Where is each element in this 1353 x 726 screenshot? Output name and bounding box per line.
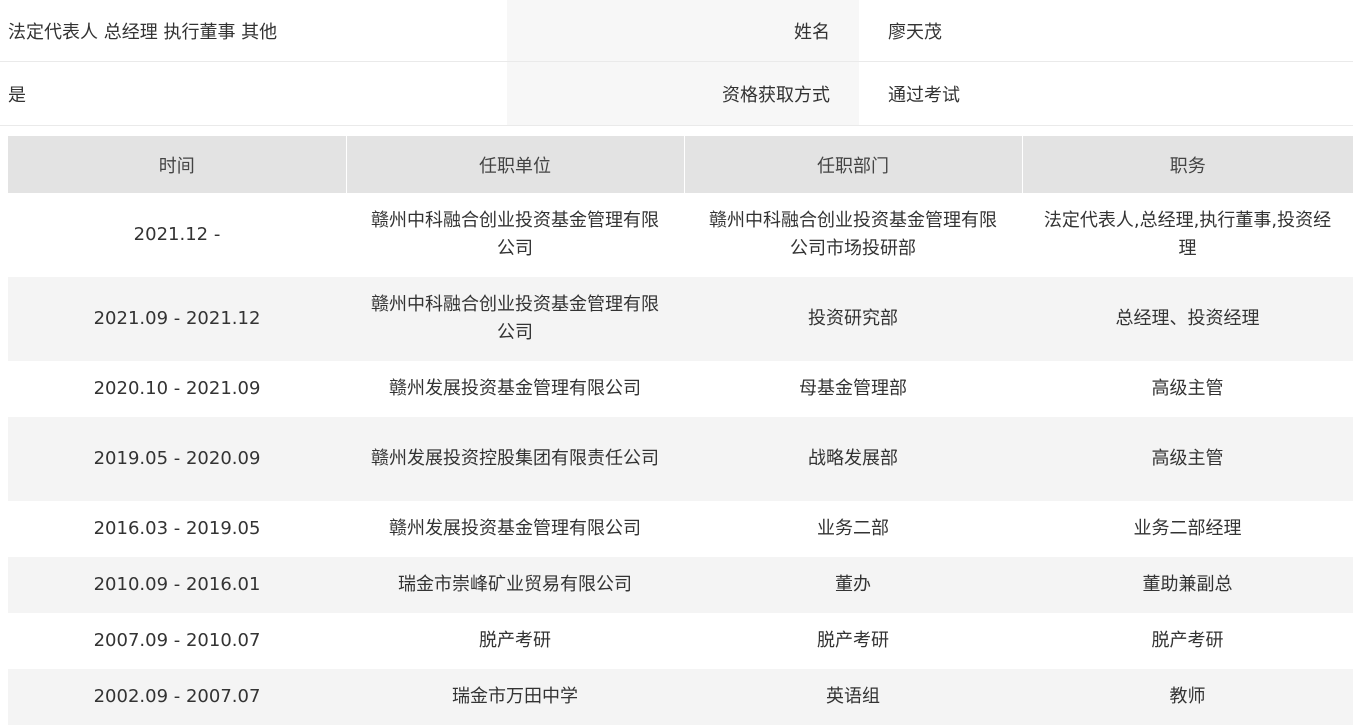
department-cell: 英语组: [684, 669, 1022, 725]
time-cell: 2021.12 -: [8, 193, 346, 277]
position-cell: 业务二部经理: [1022, 501, 1353, 557]
info-section: 法定代表人 总经理 执行董事 其他 姓名 廖天茂 是 资格获取方式 通过考试: [0, 0, 1353, 126]
department-cell: 脱产考研: [684, 613, 1022, 669]
table-header-row: 时间 任职单位 任职部门 职务: [8, 136, 1353, 193]
table-row: 2010.09 - 2016.01 瑞金市崇峰矿业贸易有限公司 董办 董助兼副总: [8, 557, 1353, 613]
table-row: 2016.03 - 2019.05 赣州发展投资基金管理有限公司 业务二部 业务…: [8, 501, 1353, 557]
company-cell: 赣州中科融合创业投资基金管理有限公司: [346, 193, 684, 277]
position-cell: 教师: [1022, 669, 1353, 725]
header-time: 时间: [8, 136, 346, 193]
department-cell: 业务二部: [684, 501, 1022, 557]
position-cell: 高级主管: [1022, 417, 1353, 501]
time-cell: 2010.09 - 2016.01: [8, 557, 346, 613]
table-row: 2002.09 - 2007.07 瑞金市万田中学 英语组 教师: [8, 669, 1353, 725]
header-department: 任职部门: [683, 136, 1022, 193]
employment-history-table: 时间 任职单位 任职部门 职务 2021.12 - 赣州中科融合创业投资基金管理…: [8, 136, 1353, 725]
department-cell: 赣州中科融合创业投资基金管理有限公司市场投研部: [684, 193, 1022, 277]
roles-value: 法定代表人 总经理 执行董事 其他: [0, 0, 500, 61]
company-cell: 瑞金市万田中学: [346, 669, 684, 725]
department-cell: 战略发展部: [684, 417, 1022, 501]
name-value: 廖天茂: [888, 21, 942, 43]
table-row: 2019.05 - 2020.09 赣州发展投资控股集团有限责任公司 战略发展部…: [8, 417, 1353, 501]
company-cell: 赣州发展投资基金管理有限公司: [346, 361, 684, 417]
flag-value: 是: [0, 62, 500, 125]
position-cell: 高级主管: [1022, 361, 1353, 417]
qualification-label: 资格获取方式: [507, 62, 859, 125]
company-cell: 脱产考研: [346, 613, 684, 669]
department-cell: 投资研究部: [684, 277, 1022, 361]
time-cell: 2007.09 - 2010.07: [8, 613, 346, 669]
info-row-name: 法定代表人 总经理 执行董事 其他 姓名 廖天茂: [0, 0, 1353, 62]
company-cell: 瑞金市崇峰矿业贸易有限公司: [346, 557, 684, 613]
time-cell: 2002.09 - 2007.07: [8, 669, 346, 725]
time-cell: 2020.10 - 2021.09: [8, 361, 346, 417]
department-cell: 董办: [684, 557, 1022, 613]
qualification-value: 通过考试: [888, 84, 960, 106]
table-row: 2021.09 - 2021.12 赣州中科融合创业投资基金管理有限公司 投资研…: [8, 277, 1353, 361]
position-cell: 脱产考研: [1022, 613, 1353, 669]
info-row-qualification: 是 资格获取方式 通过考试: [0, 62, 1353, 126]
table-row: 2021.12 - 赣州中科融合创业投资基金管理有限公司 赣州中科融合创业投资基…: [8, 193, 1353, 277]
time-cell: 2019.05 - 2020.09: [8, 417, 346, 501]
company-cell: 赣州发展投资控股集团有限责任公司: [346, 417, 684, 501]
header-position: 职务: [1021, 136, 1353, 193]
table-row: 2020.10 - 2021.09 赣州发展投资基金管理有限公司 母基金管理部 …: [8, 361, 1353, 417]
position-cell: 法定代表人,总经理,执行董事,投资经理: [1022, 193, 1353, 277]
department-cell: 母基金管理部: [684, 361, 1022, 417]
company-cell: 赣州发展投资基金管理有限公司: [346, 501, 684, 557]
name-label: 姓名: [507, 0, 859, 61]
time-cell: 2021.09 - 2021.12: [8, 277, 346, 361]
time-cell: 2016.03 - 2019.05: [8, 501, 346, 557]
table-row: 2007.09 - 2010.07 脱产考研 脱产考研 脱产考研: [8, 613, 1353, 669]
header-company: 任职单位: [345, 136, 684, 193]
company-cell: 赣州中科融合创业投资基金管理有限公司: [346, 277, 684, 361]
position-cell: 董助兼副总: [1022, 557, 1353, 613]
position-cell: 总经理、投资经理: [1022, 277, 1353, 361]
